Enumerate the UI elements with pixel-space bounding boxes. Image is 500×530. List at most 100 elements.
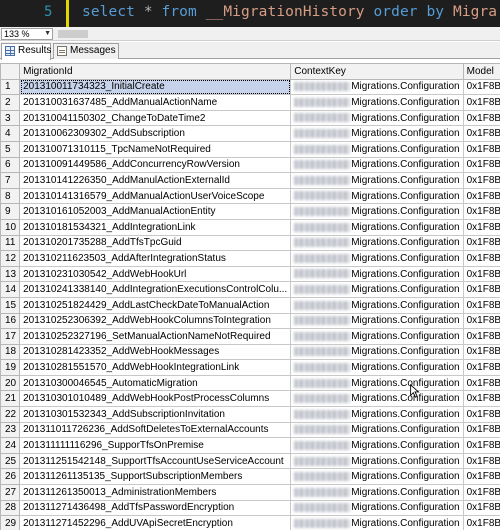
cell-migrationid[interactable]: 201310141316579_AddManualActionUserVoice… [19, 187, 292, 205]
cell-model[interactable]: 0x1F8B [462, 406, 500, 423]
cell-contextkey[interactable]: Migrations.Configuration [290, 484, 464, 501]
row-number[interactable]: 23 [0, 421, 21, 439]
cell-model[interactable]: 0x1F8B [462, 265, 500, 283]
table-row[interactable]: 29 201311271452296_AddUVApiSecretEncrypti… [0, 515, 500, 530]
row-number[interactable]: 25 [0, 452, 21, 470]
table-row[interactable]: 26 201311261135135_SupportSubscriptionMem… [0, 468, 500, 486]
table-row[interactable]: 8 201310141316579_AddManualActionUserVoic… [0, 187, 500, 205]
table-row[interactable]: 14 201310241338140_AddIntegrationExecutio… [0, 281, 500, 298]
cell-model[interactable]: 0x1F8B [462, 234, 500, 252]
row-number[interactable]: 9 [0, 203, 21, 220]
table-row[interactable]: 19 201310281551570_AddWebHookIntegrationL… [0, 359, 500, 376]
cell-migrationid[interactable]: 201310211623503_AddAfterIntegrationStatu… [19, 250, 292, 267]
cell-migrationid[interactable]: 201310281423352_AddWebHookMessages [19, 343, 292, 361]
cell-migrationid[interactable]: 201311271452296_AddUVApiSecretEncryption [19, 515, 292, 530]
table-row[interactable]: 5 201310071310115_TpcNameNotRequired Migra… [0, 140, 500, 158]
table-row[interactable]: 23 201311011726236_AddSoftDeletesToExtern… [0, 421, 500, 439]
cell-contextkey[interactable]: Migrations.Configuration [290, 265, 464, 283]
row-number[interactable]: 2 [0, 94, 21, 111]
table-row[interactable]: 2 201310031637485_AddManualActionName Migr… [0, 94, 500, 111]
chevron-down-icon[interactable]: ▼ [44, 29, 51, 39]
table-row[interactable]: 9 201310161052003_AddManualActionEntity Mi… [0, 203, 500, 220]
cell-contextkey[interactable]: Migrations.Configuration [290, 312, 464, 330]
table-row[interactable]: 21 201310301010489_AddWebHookPostProcessC… [0, 390, 500, 408]
cell-migrationid[interactable]: 201311261135135_SupportSubscriptionMembe… [19, 468, 292, 486]
cell-migrationid[interactable]: 201310091449586_AddConcurrencyRowVersion [19, 156, 292, 174]
cell-model[interactable]: 0x1F8B [462, 452, 500, 470]
row-number[interactable]: 13 [0, 265, 21, 283]
cell-model[interactable]: 0x1F8B [462, 172, 500, 189]
table-row[interactable]: 22 201310301532343_AddSubscriptionInvitat… [0, 406, 500, 423]
row-number[interactable]: 12 [0, 250, 21, 267]
cell-migrationid[interactable]: 201311011726236_AddSoftDeletesToExternal… [19, 421, 292, 439]
cell-contextkey[interactable]: Migrations.Configuration [290, 374, 464, 392]
cell-contextkey[interactable]: Migrations.Configuration [290, 468, 464, 486]
cell-migrationid[interactable]: 201311271436498_AddTfsPasswordEncryption [19, 499, 292, 517]
row-number[interactable]: 28 [0, 499, 21, 517]
horizontal-scrollbar-thumb[interactable] [58, 30, 88, 38]
cell-migrationid[interactable]: 201310011734323_InitialCreate [19, 78, 292, 96]
table-row[interactable]: 18 201310281423352_AddWebHookMessages Migr… [0, 343, 500, 361]
cell-contextkey[interactable]: Migrations.Configuration [290, 359, 464, 376]
table-row[interactable]: 25 201311251542148_SupportTfsAccountUseSe… [0, 452, 500, 470]
corner-cell[interactable] [0, 63, 21, 80]
table-row[interactable]: 7 201310141226350_AddManulActionExternalI… [0, 172, 500, 189]
cell-model[interactable]: 0x1F8B [462, 250, 500, 267]
cell-contextkey[interactable]: Migrations.Configuration [290, 390, 464, 408]
cell-migrationid[interactable]: 201310241338140_AddIntegrationExecutions… [19, 281, 292, 298]
row-number[interactable]: 6 [0, 156, 21, 174]
cell-contextkey[interactable]: Migrations.Configuration [290, 203, 464, 220]
cell-model[interactable]: 0x1F8B [462, 78, 500, 96]
table-row[interactable]: 20 201310300046545_AutomaticMigration Migr… [0, 374, 500, 392]
cell-model[interactable]: 0x1F8B [462, 484, 500, 501]
cell-migrationid[interactable]: 201310281551570_AddWebHookIntegrationLin… [19, 359, 292, 376]
row-number[interactable]: 29 [0, 515, 21, 530]
tab-messages[interactable]: Messages [53, 43, 119, 59]
cell-model[interactable]: 0x1F8B [462, 328, 500, 345]
cell-migrationid[interactable]: 201311251542148_SupportTfsAccountUseServ… [19, 452, 292, 470]
cell-model[interactable]: 0x1F8B [462, 421, 500, 439]
cell-migrationid[interactable]: 201310301532343_AddSubscriptionInvitatio… [19, 406, 292, 423]
table-row[interactable]: 13 201310231030542_AddWebHookUrl Migration… [0, 265, 500, 283]
cell-migrationid[interactable]: 201310041150302_ChangeToDateTime2 [19, 109, 292, 127]
row-number[interactable]: 19 [0, 359, 21, 376]
column-header-migrationid[interactable]: MigrationId [19, 63, 292, 80]
row-number[interactable]: 8 [0, 187, 21, 205]
table-row[interactable]: 11 201310201735288_AddTfsTpcGuid Migration… [0, 234, 500, 252]
row-number[interactable]: 20 [0, 374, 21, 392]
cell-contextkey[interactable]: Migrations.Configuration [290, 328, 464, 345]
table-row[interactable]: 1 201310011734323_InitialCreate Migrations… [0, 78, 500, 96]
cell-model[interactable]: 0x1F8B [462, 374, 500, 392]
cell-contextkey[interactable]: Migrations.Configuration [290, 421, 464, 439]
cell-contextkey[interactable]: Migrations.Configuration [290, 452, 464, 470]
cell-contextkey[interactable]: Migrations.Configuration [290, 281, 464, 298]
row-number[interactable]: 5 [0, 140, 21, 158]
cell-model[interactable]: 0x1F8B [462, 218, 500, 236]
table-row[interactable]: 3 201310041150302_ChangeToDateTime2 Migrat… [0, 109, 500, 127]
cell-migrationid[interactable]: 201310141226350_AddManulActionExternalId [19, 172, 292, 189]
row-number[interactable]: 11 [0, 234, 21, 252]
cell-migrationid[interactable]: 201310231030542_AddWebHookUrl [19, 265, 292, 283]
cell-model[interactable]: 0x1F8B [462, 203, 500, 220]
cell-contextkey[interactable]: Migrations.Configuration [290, 250, 464, 267]
cell-model[interactable]: 0x1F8B [462, 359, 500, 376]
cell-contextkey[interactable]: Migrations.Configuration [290, 109, 464, 127]
cell-model[interactable]: 0x1F8B [462, 343, 500, 361]
cell-contextkey[interactable]: Migrations.Configuration [290, 437, 464, 454]
row-number[interactable]: 24 [0, 437, 21, 454]
table-row[interactable]: 10 201310181534321_AddIntegrationLink Migr… [0, 218, 500, 236]
tab-results[interactable]: Results [1, 43, 51, 60]
row-number[interactable]: 16 [0, 312, 21, 330]
cell-migrationid[interactable]: 201310031637485_AddManualActionName [19, 94, 292, 111]
table-row[interactable]: 6 201310091449586_AddConcurrencyRowVersio… [0, 156, 500, 174]
table-row[interactable]: 17 201310252327196_SetManualActionNameNot… [0, 328, 500, 345]
row-number[interactable]: 26 [0, 468, 21, 486]
row-number[interactable]: 27 [0, 484, 21, 501]
cell-model[interactable]: 0x1F8B [462, 390, 500, 408]
cell-migrationid[interactable]: 201311261350013_AdministrationMembers [19, 484, 292, 501]
cell-migrationid[interactable]: 201310252327196_SetManualActionNameNotRe… [19, 328, 292, 345]
cell-model[interactable]: 0x1F8B [462, 125, 500, 142]
row-number[interactable]: 22 [0, 406, 21, 423]
cell-contextkey[interactable]: Migrations.Configuration [290, 296, 464, 314]
table-row[interactable]: 16 201310252306392_AddWebHookColumnsToInt… [0, 312, 500, 330]
